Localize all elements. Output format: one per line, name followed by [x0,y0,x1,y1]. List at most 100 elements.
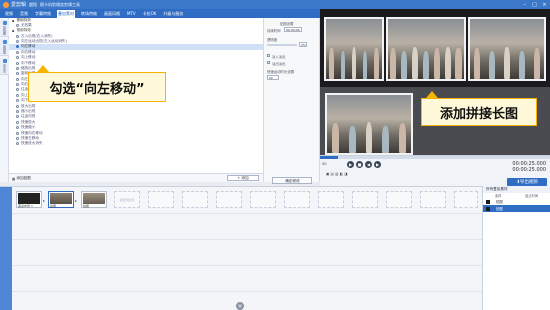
empty-slot[interactable] [386,191,412,208]
empty-slot[interactable] [250,191,276,208]
collapse-timeline-icon[interactable]: × [236,302,244,310]
overlay-row-selected[interactable]: 拍图 [483,205,550,212]
effect-label: 快速放大消失 [21,141,43,146]
callout-add-long-image: 添加拼接长图 [421,98,537,126]
progress-bar[interactable] [320,156,550,159]
radio-icon [16,99,19,103]
motion-label: 快速运动时长设置 [267,70,295,74]
apply-button[interactable]: 确定修改 [272,177,312,184]
tab-upgrade[interactable]: 升级与服务 [162,10,184,18]
tab-overlay[interactable]: 叠加素材 [57,9,75,18]
sticker-icon [2,21,7,25]
export-label: 导出视频 [520,180,538,185]
empty-slot[interactable] [454,191,478,208]
stop-icon[interactable]: ■ [356,161,363,168]
opacity-slider[interactable] [267,44,297,46]
effect-item[interactable]: 快速放大消失 [9,141,263,146]
empty-slot[interactable] [420,191,446,208]
callout-check-move-left: 勾选“向左移动” [28,72,166,102]
track-row[interactable] [12,265,482,285]
callout-pointer [37,65,49,72]
overlay-row[interactable]: 拍图 [483,198,550,205]
close-icon[interactable]: × [541,1,548,8]
expand-icon: ▪ [12,28,15,33]
tab-video[interactable]: 视频 [4,10,14,18]
empty-slot[interactable] [352,191,378,208]
doc-title: 随卡机剪辑卖剪辑工具 [40,1,81,7]
app-window: { "app": {"name": "爱剪辑", "menu": ["超短", … [0,0,550,310]
left-rail: 加贴图 加相框 去水印 [0,18,9,182]
empty-slot[interactable] [148,191,174,208]
overlay-thumb [486,199,490,204]
timeline-clip[interactable]: 美蓝布局 1 [16,191,42,208]
sticker-list-button[interactable]: ▦ 添加贴图 [12,176,31,181]
radio-icon [16,137,19,140]
tab-style[interactable]: 画面风格 [103,10,121,18]
effect-label: 往返闪现 [21,114,36,119]
total-time: 00:00:25.000 [512,167,546,173]
stitched-photo-strip [320,9,550,87]
fadeout-label: 淡出淡出 [272,62,286,66]
duration-label: 持续时间 [267,29,281,33]
timeline-clip[interactable]: 拍图 [81,191,107,208]
opacity-input[interactable]: 0% [299,42,307,47]
track-row[interactable] [12,291,482,310]
photo-thumbnail [325,93,413,155]
effect-label: 向下移动 [21,60,36,65]
menu-item-0[interactable]: 超短 [29,2,37,8]
timecodes: 00:00:25.000 00:00:25.000 [512,161,546,173]
photo-thumbnail [386,17,466,81]
export-video-button[interactable]: ⬇ 导出视频 [507,178,547,186]
tab-audio[interactable]: 音频 [19,10,29,18]
fadein-checkbox[interactable] [267,54,270,57]
rail-label: 加贴图 [2,26,7,35]
motion-input[interactable]: 00 [267,75,279,80]
clip-label: 美蓝布局 1 [18,204,33,208]
tab-transition[interactable]: 转场特效 [80,10,98,18]
clip-label: 拍图 [50,204,57,208]
arrow-right-icon: ▸ [75,198,78,203]
watermark-icon [2,59,7,63]
fadeout-checkbox[interactable] [267,61,270,64]
overlay-label: 拍图 [496,200,503,204]
empty-slot[interactable] [216,191,242,208]
photo-thumbnail [324,17,384,81]
column-time: 起止时间 [525,194,539,198]
timeline-clip-selected[interactable]: 拍图 [48,191,74,208]
tab-karaoke[interactable]: 卡拉OK [142,10,158,18]
track-row[interactable] [12,213,482,233]
time-start[interactable]: 00 [322,162,327,166]
radio-icon [16,61,19,65]
previous-icon[interactable]: ◀ [365,161,372,168]
rail-item-watermark[interactable]: 去水印 [0,58,9,75]
maximize-icon[interactable]: □ [531,1,538,8]
rail-item-sticker[interactable]: 加贴图 [0,20,9,37]
progress-fill [320,156,339,159]
tab-mtv[interactable]: MTV [126,10,137,17]
play-icon[interactable]: ▶ [347,161,354,168]
radio-icon [16,56,19,60]
next-icon[interactable]: ▶ [374,161,381,168]
photo-thumbnail [468,17,546,81]
rail-label: 去水印 [2,64,7,73]
duration-input[interactable]: 00:00:06 [284,27,302,32]
track-row[interactable] [12,239,482,259]
timeline-tab[interactable] [0,187,12,310]
frame-icon [2,40,7,44]
rail-item-frame[interactable]: 加相框 [0,39,9,56]
empty-slot[interactable]: 拖放到此处 [114,191,140,208]
timeline: 美蓝布局 1 ▸ 拍图 ▸ 拍图 拖放到此处 [0,186,482,310]
empty-slot[interactable] [182,191,208,208]
overlay-label: 拍图 [496,207,503,211]
add-button[interactable]: + 添加 [227,175,259,181]
toolbar-icons[interactable]: ▣ ▤ ▥ ◧ ◨ [326,172,348,176]
expand-icon: ▪ [12,18,15,23]
minimize-icon[interactable]: – [521,1,528,8]
empty-slot[interactable] [284,191,310,208]
radio-icon [16,120,19,124]
radio-icon [16,66,19,70]
effect-label: 向左移动 [21,44,36,49]
tab-subtitle[interactable]: 字幕特效 [34,10,52,18]
empty-slot[interactable] [318,191,344,208]
add-label: 添加 [241,175,249,180]
